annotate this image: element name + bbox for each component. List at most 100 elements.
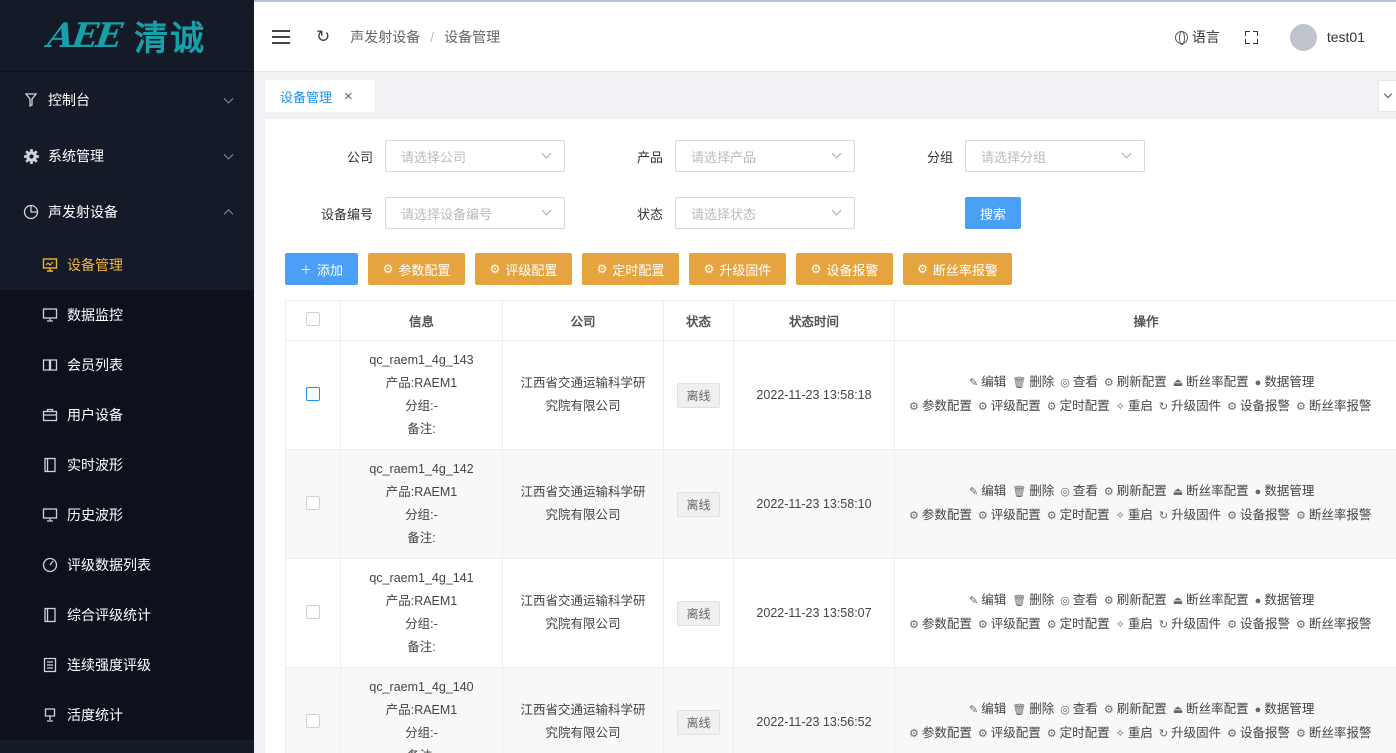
menu-group-system[interactable]: 系统管理	[0, 128, 254, 184]
refresh-icon[interactable]: ↻	[316, 27, 330, 47]
operations-line: ✎ 编辑 🗑 删除 ◎ 查看 ⚙ 刷新配置 ⏏ 断丝率配置 ● 数据管理	[909, 698, 1396, 722]
row-checkbox[interactable]	[306, 713, 320, 728]
row-action[interactable]: ✧ 重启	[1116, 399, 1153, 413]
row-action[interactable]: ⏏ 断丝率配置	[1173, 375, 1249, 389]
sidebar-item-continuous-strength-rating[interactable]: 连续强度评级	[0, 640, 254, 690]
row-action[interactable]: ⚙ 断丝率报警	[1296, 399, 1371, 413]
sidebar-item-overall-rating-stats[interactable]: 综合评级统计	[0, 590, 254, 640]
group-select[interactable]: 请选择分组	[965, 140, 1145, 172]
logo[interactable]: AEE 清诚	[0, 0, 254, 72]
add-button[interactable]: ＋ 添加	[285, 253, 358, 285]
row-action[interactable]: ⚙ 参数配置	[909, 399, 972, 413]
product-select[interactable]: 请选择产品	[675, 140, 855, 172]
gear-icon: ⚙	[1103, 377, 1114, 389]
row-action[interactable]: 🗑 删除	[1012, 702, 1054, 716]
device-name: qc_raem1_4g_140	[369, 680, 474, 694]
row-action[interactable]: ⚙ 参数配置	[909, 726, 972, 740]
row-action[interactable]: ⚙ 刷新配置	[1104, 593, 1167, 607]
close-icon[interactable]: ×	[344, 88, 353, 105]
select-cell	[285, 667, 341, 753]
row-action[interactable]: ⚙ 刷新配置	[1104, 484, 1167, 498]
select-all-checkbox[interactable]	[306, 312, 320, 326]
row-action[interactable]: ⚙ 刷新配置	[1104, 702, 1167, 716]
row-action[interactable]: ● 数据管理	[1255, 702, 1315, 716]
row-action[interactable]: ● 数据管理	[1255, 375, 1315, 389]
row-action[interactable]: ⚙ 断丝率报警	[1296, 617, 1371, 631]
sidebar-item-device-management[interactable]: 设备管理	[0, 240, 254, 290]
row-action[interactable]: ⚙ 设备报警	[1227, 508, 1290, 522]
sidebar-item-member-list[interactable]: 会员列表	[0, 340, 254, 390]
row-action[interactable]: ✧ 重启	[1116, 726, 1153, 740]
sidebar-item-rating-data-list[interactable]: 评级数据列表	[0, 540, 254, 590]
fullscreen-icon[interactable]	[1244, 30, 1258, 44]
row-action[interactable]: ⚙ 断丝率报警	[1296, 726, 1371, 740]
row-action[interactable]: ⚙ 评级配置	[978, 617, 1041, 631]
row-action[interactable]: ◎ 查看	[1060, 484, 1098, 498]
tab-device-management[interactable]: 设备管理 ×	[265, 80, 375, 112]
row-action[interactable]: ✧ 重启	[1116, 617, 1153, 631]
row-action[interactable]: ✎ 编辑	[969, 484, 1006, 498]
wire-break-alarm-button[interactable]: ⚙ 断丝率报警	[903, 253, 1012, 285]
row-action[interactable]: ⚙ 参数配置	[909, 617, 972, 631]
avatar[interactable]	[1289, 23, 1317, 51]
row-action[interactable]: ✎ 编辑	[969, 593, 1006, 607]
row-action[interactable]: ⏏ 断丝率配置	[1173, 484, 1249, 498]
username[interactable]: test01	[1327, 29, 1365, 45]
breadcrumb-item[interactable]: 声发射设备	[350, 27, 420, 47]
row-action[interactable]: ⚙ 评级配置	[978, 508, 1041, 522]
row-action[interactable]: 🗑 删除	[1012, 484, 1054, 498]
row-action[interactable]: ⚙ 刷新配置	[1104, 375, 1167, 389]
row-action[interactable]: ⚙ 定时配置	[1047, 399, 1110, 413]
device-alarm-button[interactable]: ⚙ 设备报警	[796, 253, 893, 285]
row-action[interactable]: ◎ 查看	[1060, 375, 1098, 389]
row-action[interactable]: ⚙ 定时配置	[1047, 726, 1110, 740]
row-action[interactable]: 🗑 删除	[1012, 375, 1054, 389]
search-button[interactable]: 搜索	[965, 197, 1021, 229]
row-action[interactable]: ✧ 重启	[1116, 508, 1153, 522]
sidebar-item-data-monitor[interactable]: 数据监控	[0, 290, 254, 340]
row-action[interactable]: ✎ 编辑	[969, 702, 1006, 716]
row-action[interactable]: ◎ 查看	[1060, 593, 1098, 607]
timer-config-button[interactable]: ⚙ 定时配置	[582, 253, 679, 285]
row-action[interactable]: ⏏ 断丝率配置	[1173, 702, 1249, 716]
device-no-select[interactable]: 请选择设备编号	[385, 197, 565, 229]
operations-cell: ✎ 编辑 🗑 删除 ◎ 查看 ⚙ 刷新配置 ⏏ 断丝率配置 ● 数据管理 ⚙ 参数配置 ⚙ 评级配置 ⚙ 定时配置…	[894, 667, 1396, 753]
row-checkbox[interactable]	[306, 495, 320, 510]
param-config-button[interactable]: ⚙ 参数配置	[368, 253, 465, 285]
row-action[interactable]: ● 数据管理	[1255, 484, 1315, 498]
tab-dropdown-button[interactable]	[1378, 80, 1396, 112]
company-select[interactable]: 请选择公司	[385, 140, 565, 172]
menu-group-ae-device[interactable]: 声发射设备	[0, 184, 254, 240]
sidebar-item-activity-stats[interactable]: 活度统计	[0, 690, 254, 740]
row-action[interactable]: ⚙ 设备报警	[1227, 617, 1290, 631]
row-action[interactable]: ↻ 升级固件	[1159, 508, 1221, 522]
row-action[interactable]: ◎ 查看	[1060, 702, 1098, 716]
hamburger-icon[interactable]	[272, 29, 290, 44]
row-action[interactable]: ↻ 升级固件	[1159, 726, 1221, 740]
sidebar-item-user-device[interactable]: 用户设备	[0, 390, 254, 440]
row-action[interactable]: ● 数据管理	[1255, 593, 1315, 607]
row-action[interactable]: ⚙ 评级配置	[978, 726, 1041, 740]
row-action[interactable]: ↻ 升级固件	[1159, 399, 1221, 413]
menu-group-console[interactable]: 控制台	[0, 72, 254, 128]
row-action[interactable]: ⚙ 参数配置	[909, 508, 972, 522]
row-action[interactable]: ⚙ 设备报警	[1227, 399, 1290, 413]
language-switch[interactable]: 语言	[1174, 27, 1220, 47]
row-action[interactable]: ⚙ 断丝率报警	[1296, 508, 1371, 522]
sidebar-item-history-waveform[interactable]: 历史波形	[0, 490, 254, 540]
row-checkbox[interactable]	[306, 386, 320, 401]
row-action[interactable]: ⚙ 评级配置	[978, 399, 1041, 413]
row-action[interactable]: ⚙ 定时配置	[1047, 617, 1110, 631]
row-action[interactable]: ⏏ 断丝率配置	[1173, 593, 1249, 607]
rating-config-button[interactable]: ⚙ 评级配置	[475, 253, 572, 285]
row-checkbox[interactable]	[306, 604, 320, 619]
status-select[interactable]: 请选择状态	[675, 197, 855, 229]
row-action[interactable]: ⚙ 定时配置	[1047, 508, 1110, 522]
row-action[interactable]: ↻ 升级固件	[1159, 617, 1221, 631]
sidebar-item-realtime-waveform[interactable]: 实时波形	[0, 440, 254, 490]
row-action[interactable]: 🗑 删除	[1012, 593, 1054, 607]
upgrade-firmware-button[interactable]: ⚙ 升级固件	[689, 253, 786, 285]
row-action[interactable]: ✎ 编辑	[969, 375, 1006, 389]
row-action[interactable]: ⚙ 设备报警	[1227, 726, 1290, 740]
list-icon	[42, 657, 58, 673]
